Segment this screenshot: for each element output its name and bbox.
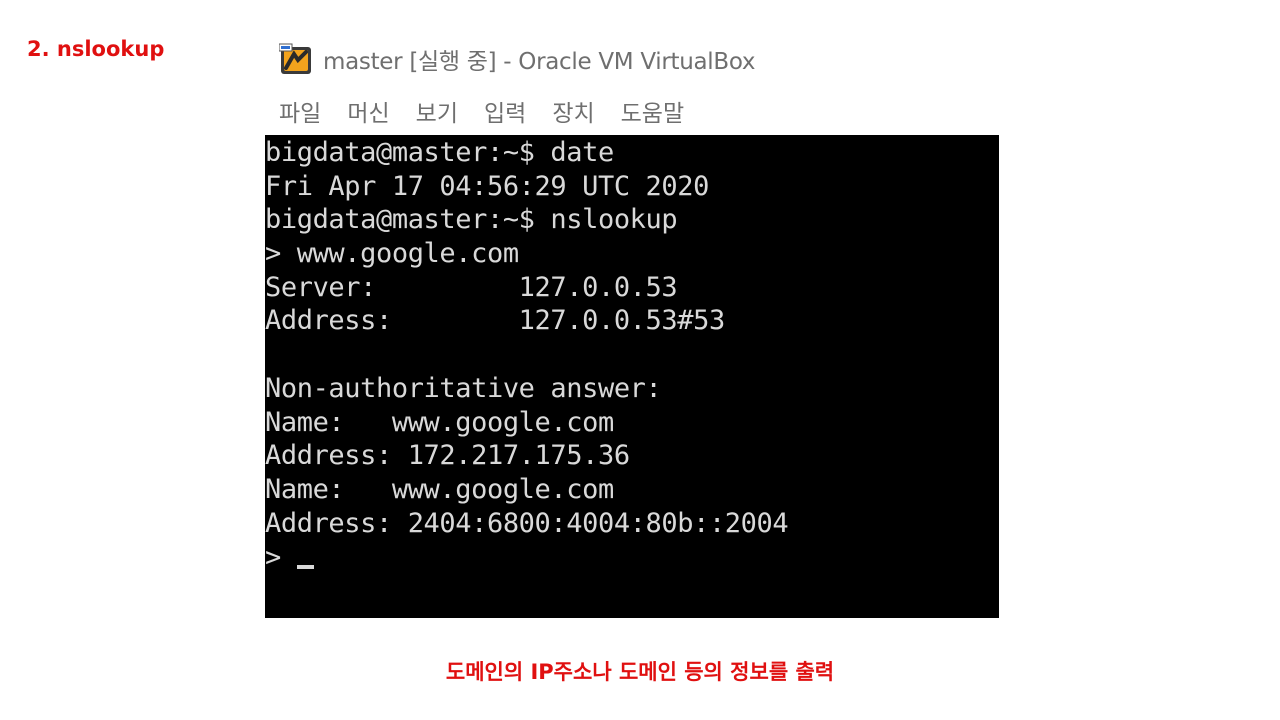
console-line: Non-authoritative answer: — [265, 373, 662, 404]
menu-machine[interactable]: 머신 — [347, 94, 389, 128]
slide-heading: 2. nslookup — [27, 37, 165, 61]
virtualbox-logo-icon — [278, 43, 311, 74]
console-line: bigdata@master:~$ nslookup — [265, 204, 678, 235]
virtualbox-window: master [실행 중] - Oracle VM VirtualBox 파일 … — [265, 34, 999, 618]
console-line: Server: 127.0.0.53 — [265, 272, 678, 303]
console-line: Address: 2404:6800:4004:80b::2004 — [265, 508, 789, 539]
menu-input[interactable]: 입력 — [484, 94, 526, 128]
vm-console-screen[interactable]: bigdata@master:~$ date Fri Apr 17 04:56:… — [265, 135, 999, 618]
console-line: Fri Apr 17 04:56:29 UTC 2020 — [265, 171, 709, 202]
console-line: bigdata@master:~$ date — [265, 137, 614, 168]
console-line: Name: www.google.com — [265, 407, 614, 438]
virtualbox-app-icon — [278, 42, 313, 76]
console-line: Address: 172.217.175.36 — [265, 440, 630, 471]
console-line: > www.google.com — [265, 238, 519, 269]
menu-view[interactable]: 보기 — [416, 94, 458, 128]
console-prompt: > — [265, 542, 297, 573]
menu-bar: 파일 머신 보기 입력 장치 도움말 — [279, 94, 710, 128]
window-title-bar: master [실행 중] - Oracle VM VirtualBox — [278, 42, 756, 76]
console-cursor — [296, 565, 314, 569]
slide-caption: 도메인의 IP주소나 도메인 등의 정보를 출력 — [445, 660, 835, 684]
menu-file[interactable]: 파일 — [279, 94, 321, 128]
console-line: Name: www.google.com — [265, 474, 614, 505]
console-prompt-line: > — [265, 541, 314, 575]
menu-devices[interactable]: 장치 — [552, 94, 594, 128]
window-title: master [실행 중] - Oracle VM VirtualBox — [323, 49, 756, 75]
menu-help[interactable]: 도움말 — [621, 94, 684, 128]
console-line: Address: 127.0.0.53#53 — [265, 305, 725, 336]
